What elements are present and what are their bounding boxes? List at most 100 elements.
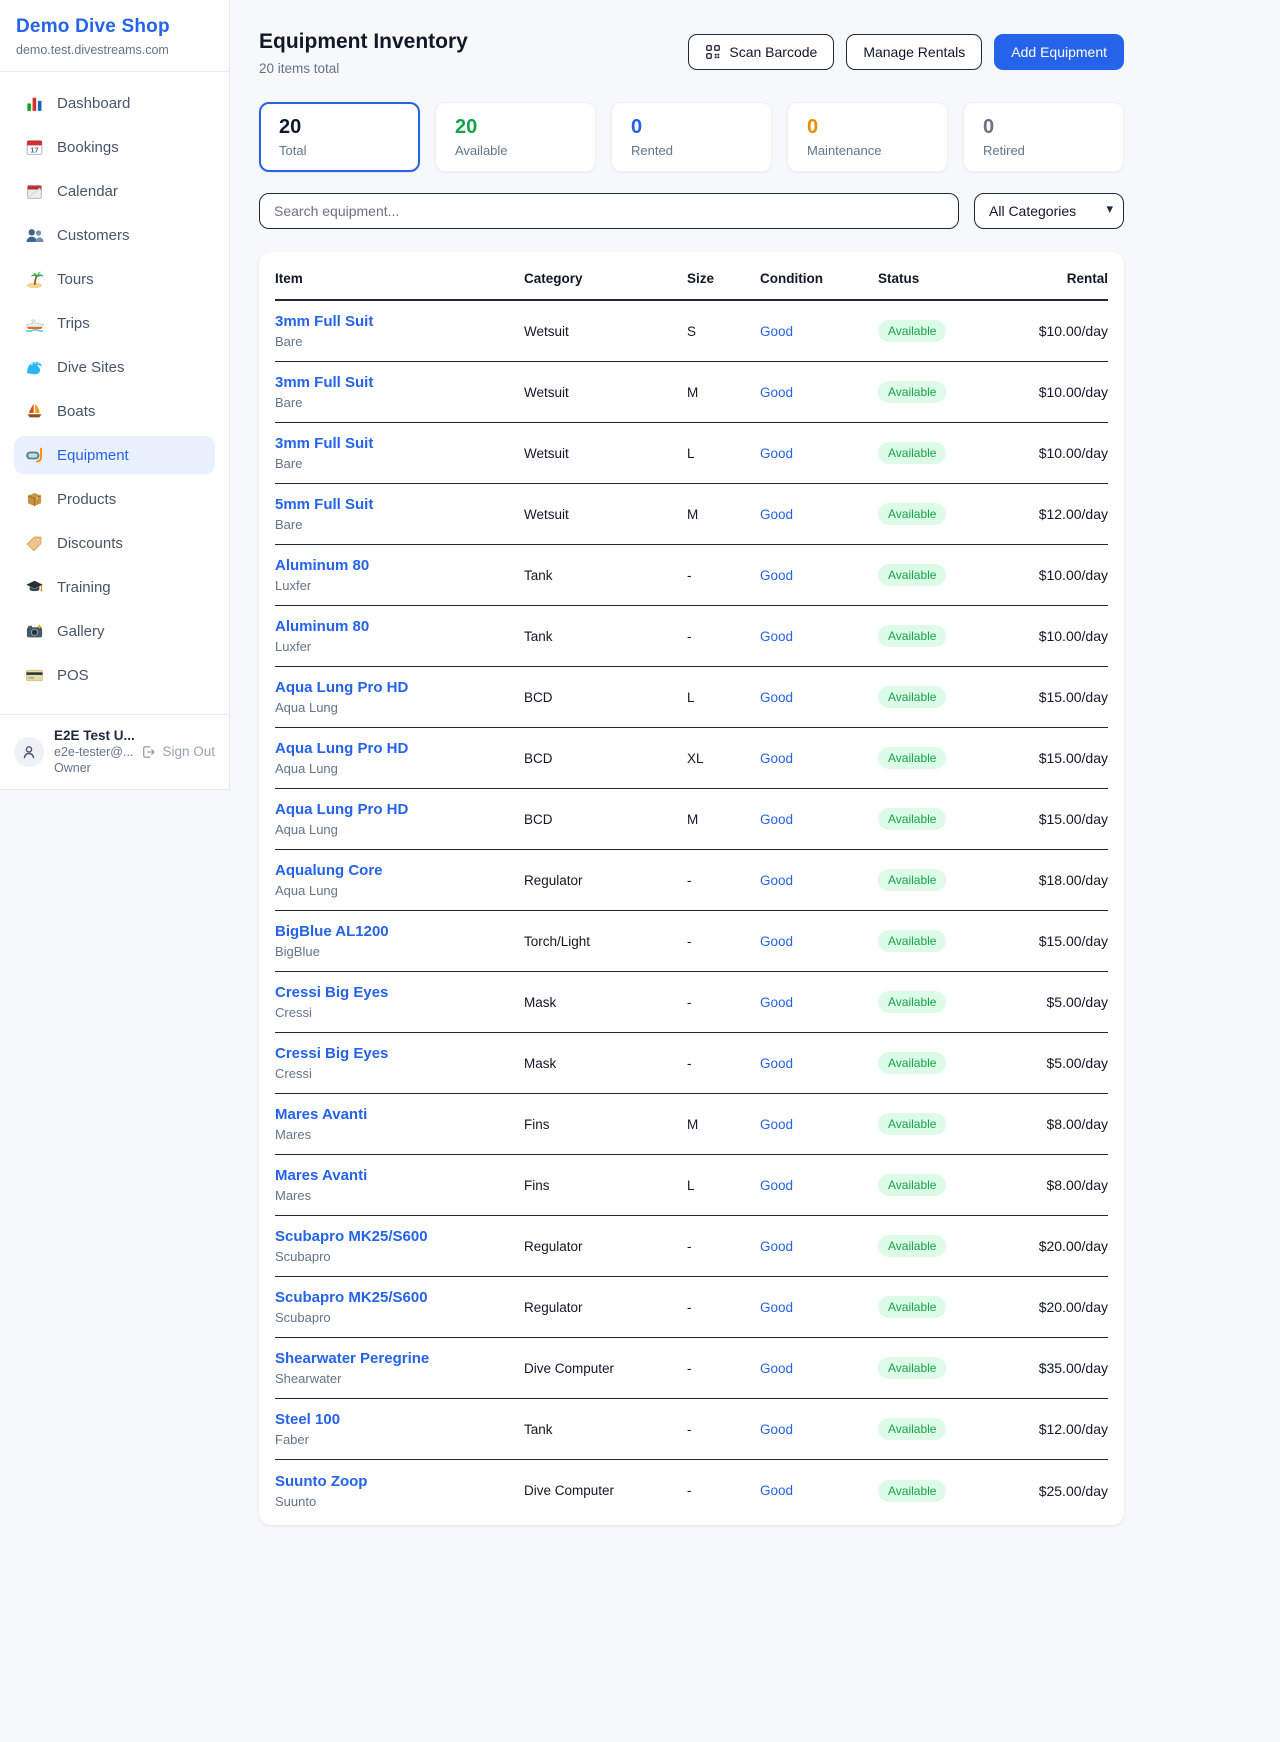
item-condition-link[interactable]: Good — [760, 1483, 793, 1498]
item-name-link[interactable]: Suunto Zoop — [275, 1473, 367, 1490]
item-size: L — [687, 1178, 760, 1193]
stat-card-total[interactable]: 20 Total — [259, 102, 420, 172]
sidebar-item-calendar[interactable]: Calendar — [14, 172, 215, 210]
item-brand: Luxfer — [275, 639, 524, 654]
item-brand: Scubapro — [275, 1249, 524, 1264]
item-name-link[interactable]: 3mm Full Suit — [275, 313, 373, 330]
item-rental: $12.00/day — [998, 1421, 1108, 1437]
item-name-link[interactable]: Cressi Big Eyes — [275, 984, 388, 1001]
item-name-link[interactable]: Aqualung Core — [275, 862, 383, 879]
sidebar-item-pos[interactable]: POS — [14, 656, 215, 694]
category-select[interactable]: All Categories ▾ — [974, 193, 1124, 229]
stat-value: 20 — [455, 116, 576, 139]
sign-out-button[interactable]: Sign Out — [140, 744, 215, 760]
item-name-link[interactable]: Scubapro MK25/S600 — [275, 1289, 428, 1306]
item-name-link[interactable]: 5mm Full Suit — [275, 496, 373, 513]
item-condition-link[interactable]: Good — [760, 568, 793, 583]
item-brand: Aqua Lung — [275, 700, 524, 715]
item-category: Tank — [524, 1422, 687, 1437]
stat-card-available[interactable]: 20 Available — [435, 102, 596, 172]
status-badge: Available — [878, 1480, 946, 1502]
training-icon — [25, 578, 44, 597]
item-condition-link[interactable]: Good — [760, 751, 793, 766]
item-name-link[interactable]: Mares Avanti — [275, 1106, 367, 1123]
status-badge: Available — [878, 1296, 946, 1318]
brand-title[interactable]: Demo Dive Shop — [16, 16, 213, 38]
barcode-scan-icon — [705, 44, 721, 60]
item-name-link[interactable]: Cressi Big Eyes — [275, 1045, 388, 1062]
item-name-link[interactable]: Aqua Lung Pro HD — [275, 801, 408, 818]
item-name-link[interactable]: Aqua Lung Pro HD — [275, 740, 408, 757]
item-category: Tank — [524, 629, 687, 644]
item-rental: $20.00/day — [998, 1299, 1108, 1315]
add-equipment-button[interactable]: Add Equipment — [994, 34, 1124, 70]
item-name-link[interactable]: Aluminum 80 — [275, 557, 369, 574]
item-condition-link[interactable]: Good — [760, 1300, 793, 1315]
item-category: Dive Computer — [524, 1483, 687, 1498]
item-rental: $12.00/day — [998, 506, 1108, 522]
item-name-link[interactable]: 3mm Full Suit — [275, 374, 373, 391]
item-condition-link[interactable]: Good — [760, 1361, 793, 1376]
sidebar-item-dive-sites[interactable]: Dive Sites — [14, 348, 215, 386]
item-condition-link[interactable]: Good — [760, 1178, 793, 1193]
equipment-icon — [25, 446, 44, 465]
item-category: BCD — [524, 812, 687, 827]
status-badge: Available — [878, 930, 946, 952]
item-size: M — [687, 385, 760, 400]
scan-barcode-button[interactable]: Scan Barcode — [688, 34, 834, 70]
stat-label: Retired — [983, 143, 1104, 158]
page-title: Equipment Inventory — [259, 30, 468, 54]
item-condition-link[interactable]: Good — [760, 629, 793, 644]
item-name-link[interactable]: Shearwater Peregrine — [275, 1350, 429, 1367]
item-category: Fins — [524, 1117, 687, 1132]
item-condition-link[interactable]: Good — [760, 1056, 793, 1071]
item-condition-link[interactable]: Good — [760, 324, 793, 339]
manage-rentals-button[interactable]: Manage Rentals — [846, 34, 982, 70]
item-name-link[interactable]: 3mm Full Suit — [275, 435, 373, 452]
category-select-input[interactable]: All Categories — [974, 193, 1124, 229]
sidebar-item-trips[interactable]: Trips — [14, 304, 215, 342]
sidebar-item-gallery[interactable]: Gallery — [14, 612, 215, 650]
items-total-count: 20 items total — [259, 61, 468, 76]
item-condition-link[interactable]: Good — [760, 446, 793, 461]
sidebar-item-products[interactable]: Products — [14, 480, 215, 518]
item-category: Regulator — [524, 1239, 687, 1254]
sidebar-item-equipment[interactable]: Equipment — [14, 436, 215, 474]
sidebar-item-discounts[interactable]: Discounts — [14, 524, 215, 562]
sidebar-item-tours[interactable]: Tours — [14, 260, 215, 298]
item-condition-link[interactable]: Good — [760, 873, 793, 888]
sidebar-item-bookings[interactable]: Bookings — [14, 128, 215, 166]
sign-out-icon — [140, 744, 156, 760]
item-name-link[interactable]: BigBlue AL1200 — [275, 923, 389, 940]
table-row: Aqua Lung Pro HD Aqua Lung BCD M Good Av… — [275, 789, 1108, 850]
table-header-row: ItemCategorySizeConditionStatusRental — [275, 252, 1108, 301]
column-header-category: Category — [524, 252, 687, 299]
sidebar-item-customers[interactable]: Customers — [14, 216, 215, 254]
sidebar-item-label: Training — [57, 579, 111, 596]
sidebar-item-label: Gallery — [57, 623, 105, 640]
item-condition-link[interactable]: Good — [760, 385, 793, 400]
sidebar-item-label: Discounts — [57, 535, 123, 552]
item-name-link[interactable]: Aqua Lung Pro HD — [275, 679, 408, 696]
search-input[interactable] — [259, 193, 959, 229]
item-condition-link[interactable]: Good — [760, 995, 793, 1010]
item-name-link[interactable]: Steel 100 — [275, 1411, 340, 1428]
stat-card-maintenance[interactable]: 0 Maintenance — [787, 102, 948, 172]
stat-card-retired[interactable]: 0 Retired — [963, 102, 1124, 172]
sidebar: Demo Dive Shop demo.test.divestreams.com… — [0, 0, 230, 790]
item-condition-link[interactable]: Good — [760, 934, 793, 949]
sidebar-item-boats[interactable]: Boats — [14, 392, 215, 430]
column-header-status: Status — [878, 252, 998, 299]
sidebar-item-training[interactable]: Training — [14, 568, 215, 606]
item-condition-link[interactable]: Good — [760, 690, 793, 705]
item-name-link[interactable]: Aluminum 80 — [275, 618, 369, 635]
sidebar-item-dashboard[interactable]: Dashboard — [14, 84, 215, 122]
item-condition-link[interactable]: Good — [760, 812, 793, 827]
stat-card-rented[interactable]: 0 Rented — [611, 102, 772, 172]
item-condition-link[interactable]: Good — [760, 507, 793, 522]
item-condition-link[interactable]: Good — [760, 1422, 793, 1437]
item-name-link[interactable]: Mares Avanti — [275, 1167, 367, 1184]
item-condition-link[interactable]: Good — [760, 1117, 793, 1132]
item-condition-link[interactable]: Good — [760, 1239, 793, 1254]
item-name-link[interactable]: Scubapro MK25/S600 — [275, 1228, 428, 1245]
